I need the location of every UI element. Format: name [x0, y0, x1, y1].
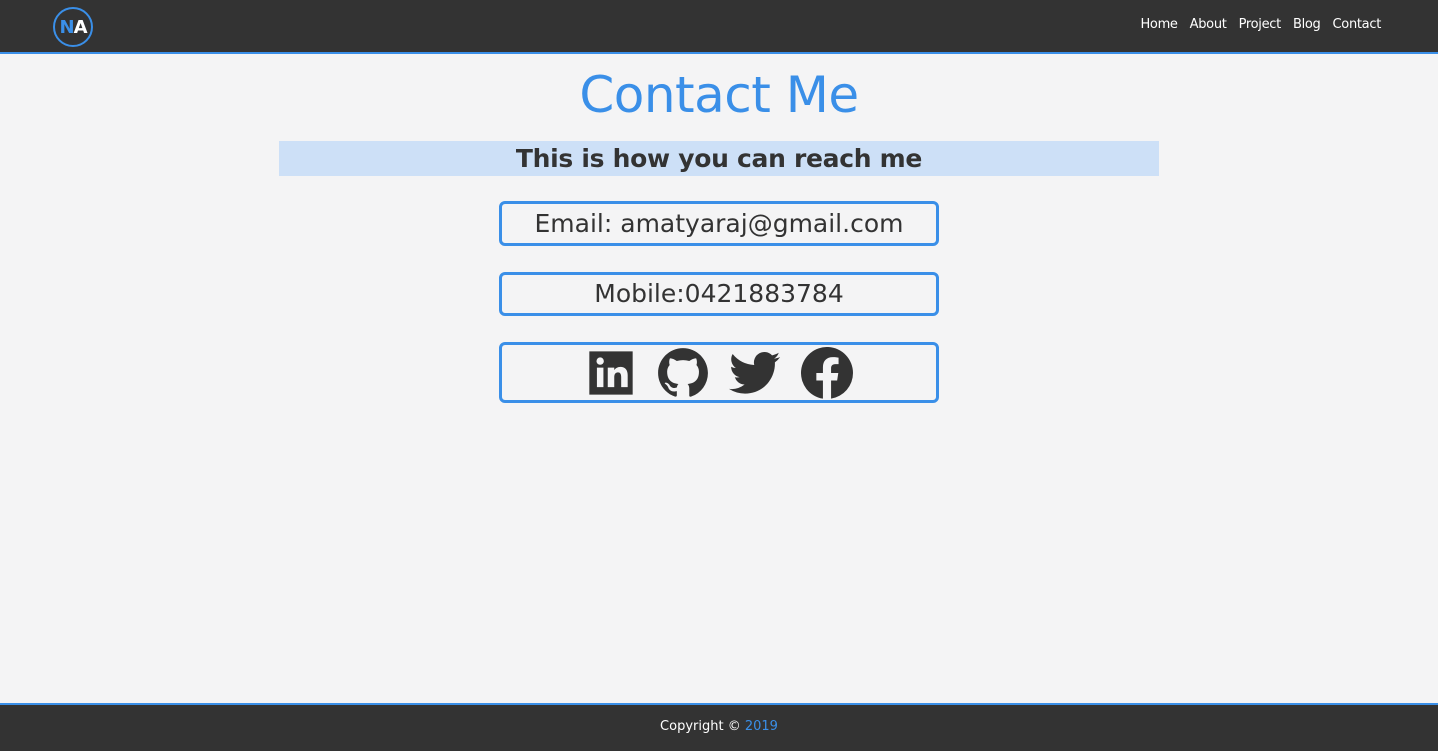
nav-links: Home About Project Blog Contact	[1140, 17, 1381, 32]
twitter-icon[interactable]	[729, 347, 781, 399]
linkedin-icon[interactable]	[585, 347, 637, 399]
logo-letter-n: N	[59, 16, 74, 38]
facebook-icon[interactable]	[801, 346, 853, 399]
page-title: Contact Me	[579, 66, 859, 124]
nav-link-contact[interactable]: Contact	[1333, 17, 1382, 32]
nav-link-project[interactable]: Project	[1239, 17, 1282, 32]
logo-letter-a: A	[73, 16, 88, 38]
copyright-year: 2019	[744, 719, 778, 734]
nav-link-home[interactable]: Home	[1140, 17, 1178, 32]
github-icon[interactable]	[657, 347, 709, 399]
subtitle: This is how you can reach me	[279, 141, 1159, 176]
mobile-box[interactable]: Mobile:0421883784	[499, 272, 939, 316]
footer: Copyright © 2019	[0, 703, 1438, 751]
social-links-box	[499, 342, 939, 403]
copyright-text: Copyright ©	[660, 719, 745, 734]
navbar: NA Home About Project Blog Contact	[0, 0, 1438, 54]
email-box[interactable]: Email: amatyaraj@gmail.com	[499, 201, 939, 246]
nav-link-about[interactable]: About	[1190, 17, 1227, 32]
logo[interactable]: NA	[53, 7, 93, 47]
nav-link-blog[interactable]: Blog	[1293, 17, 1321, 32]
